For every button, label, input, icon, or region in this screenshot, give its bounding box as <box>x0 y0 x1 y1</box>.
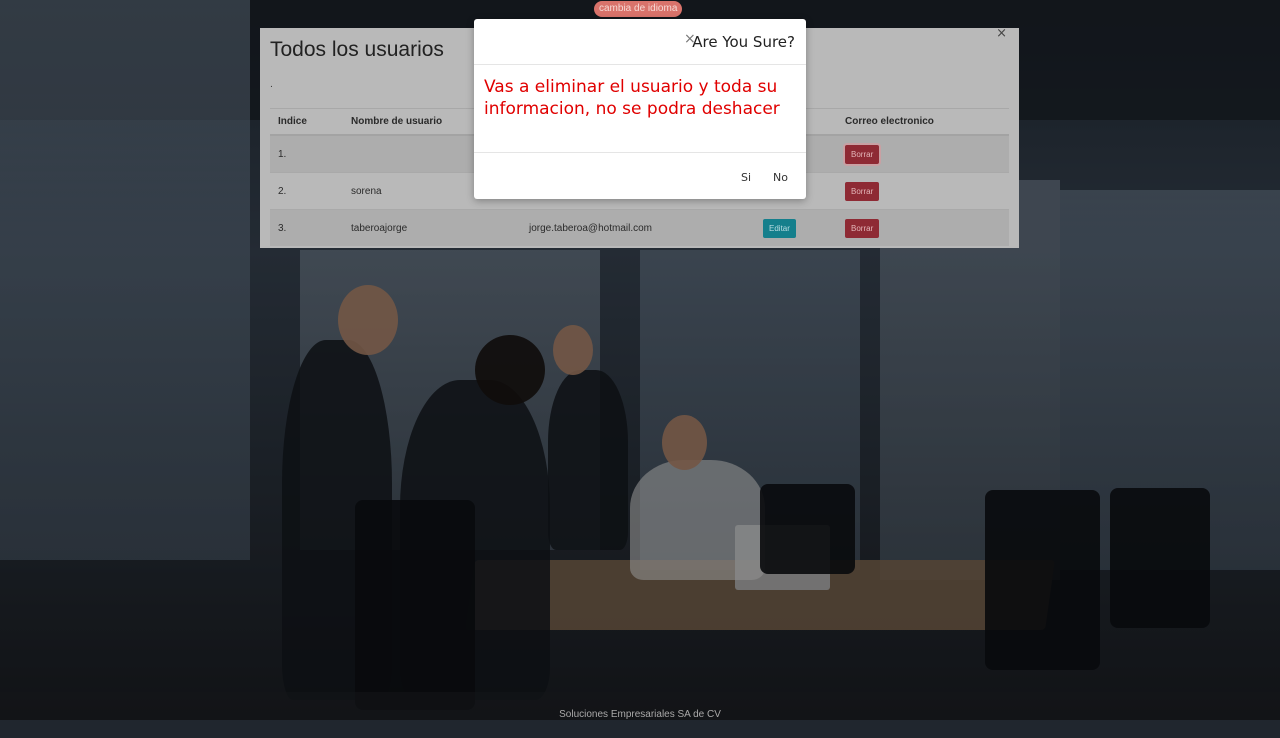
modal-message: Vas a eliminar el usuario y toda su info… <box>484 77 780 119</box>
delete-button[interactable]: Borrar <box>845 181 880 201</box>
panel-subtitle: . <box>270 80 273 90</box>
row-index: 2. <box>270 172 343 210</box>
delete-button[interactable]: Borrar <box>845 144 880 164</box>
modal-title: Are You Sure? <box>692 33 795 51</box>
column-header-delete: Correo electronico <box>837 108 1009 136</box>
confirm-delete-modal: × Are You Sure? Vas a eliminar el usuari… <box>474 19 806 199</box>
row-index: 1. <box>270 134 343 173</box>
footer-text: Soluciones Empresariales SA de CV <box>559 709 721 720</box>
page-footer: Soluciones Empresariales SA de CV <box>0 692 1280 720</box>
page-title: Todos los usuarios <box>270 38 444 61</box>
cancel-no-button[interactable]: No <box>773 171 788 184</box>
language-toggle-button[interactable]: cambia de idioma <box>594 1 683 17</box>
modal-footer: Si No <box>474 152 806 200</box>
confirm-yes-button[interactable]: Si <box>741 171 751 184</box>
close-icon[interactable]: × <box>996 28 1007 41</box>
column-header-index: Indice <box>270 108 343 136</box>
table-row: 3. taberoajorge jorge.taberoa@hotmail.co… <box>270 209 1009 246</box>
row-email: jorge.taberoa@hotmail.com <box>521 209 755 246</box>
row-username: taberoajorge <box>343 209 521 246</box>
modal-header: × Are You Sure? <box>474 19 806 65</box>
edit-button[interactable]: Editar <box>763 218 796 238</box>
row-index: 3. <box>270 209 343 246</box>
delete-button[interactable]: Borrar <box>845 218 880 238</box>
